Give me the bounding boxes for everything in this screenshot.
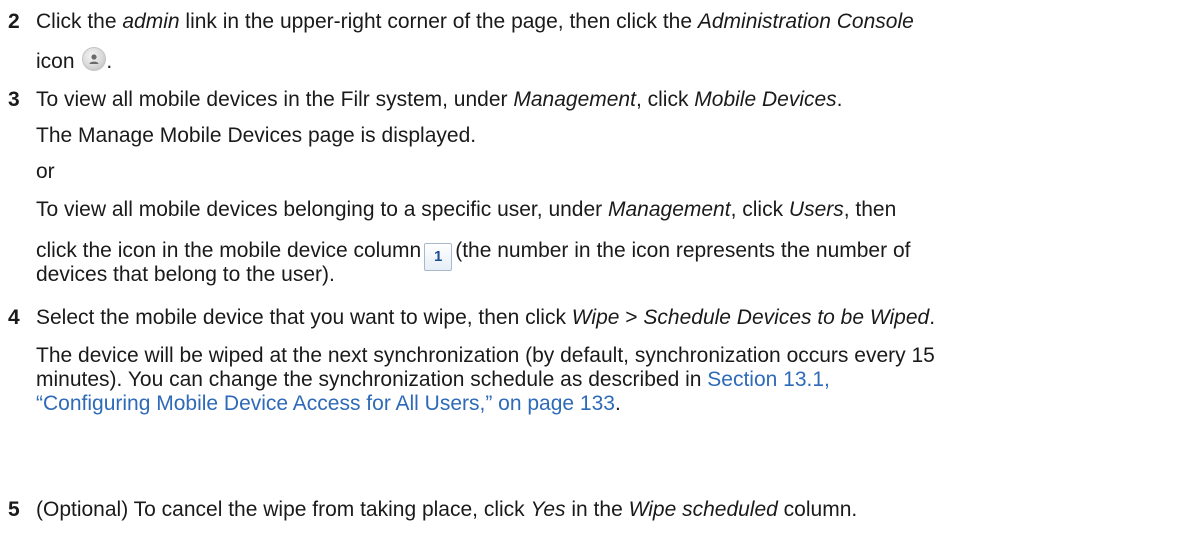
section-link[interactable]: Section 13.1,: [707, 368, 830, 391]
step-number: 5: [8, 498, 20, 521]
step-3-line-1: To view all mobile devices in the Filr s…: [36, 88, 843, 111]
step-3-or: or: [36, 160, 55, 183]
step-3-result: The Manage Mobile Devices page is displa…: [36, 124, 477, 147]
step-3-alt-line-3: devices that belong to the user).: [36, 263, 335, 286]
step-number: 4: [8, 306, 20, 329]
step-number: 2: [8, 10, 20, 33]
admin-console-ref: Administration Console: [697, 10, 914, 33]
step-2-line-2: icon .: [36, 46, 112, 78]
step-number: 3: [8, 88, 20, 111]
document-page: 2 Click the admin link in the upper-righ…: [0, 0, 1179, 535]
step-2-line-1: Click the admin link in the upper-right …: [36, 10, 914, 33]
step-4-note-3: “Configuring Mobile Device Access for Al…: [36, 392, 621, 415]
device-count-icon: 1: [424, 243, 453, 271]
step-3-alt-line-1: To view all mobile devices belonging to …: [36, 198, 897, 221]
admin-console-icon: [82, 47, 107, 71]
step-4-line-1: Select the mobile device that you want t…: [36, 306, 936, 329]
step-5-line-1: (Optional) To cancel the wipe from takin…: [36, 498, 858, 521]
section-link-title[interactable]: “Configuring Mobile Device Access for Al…: [36, 392, 615, 415]
admin-link-ref: admin: [122, 10, 180, 33]
